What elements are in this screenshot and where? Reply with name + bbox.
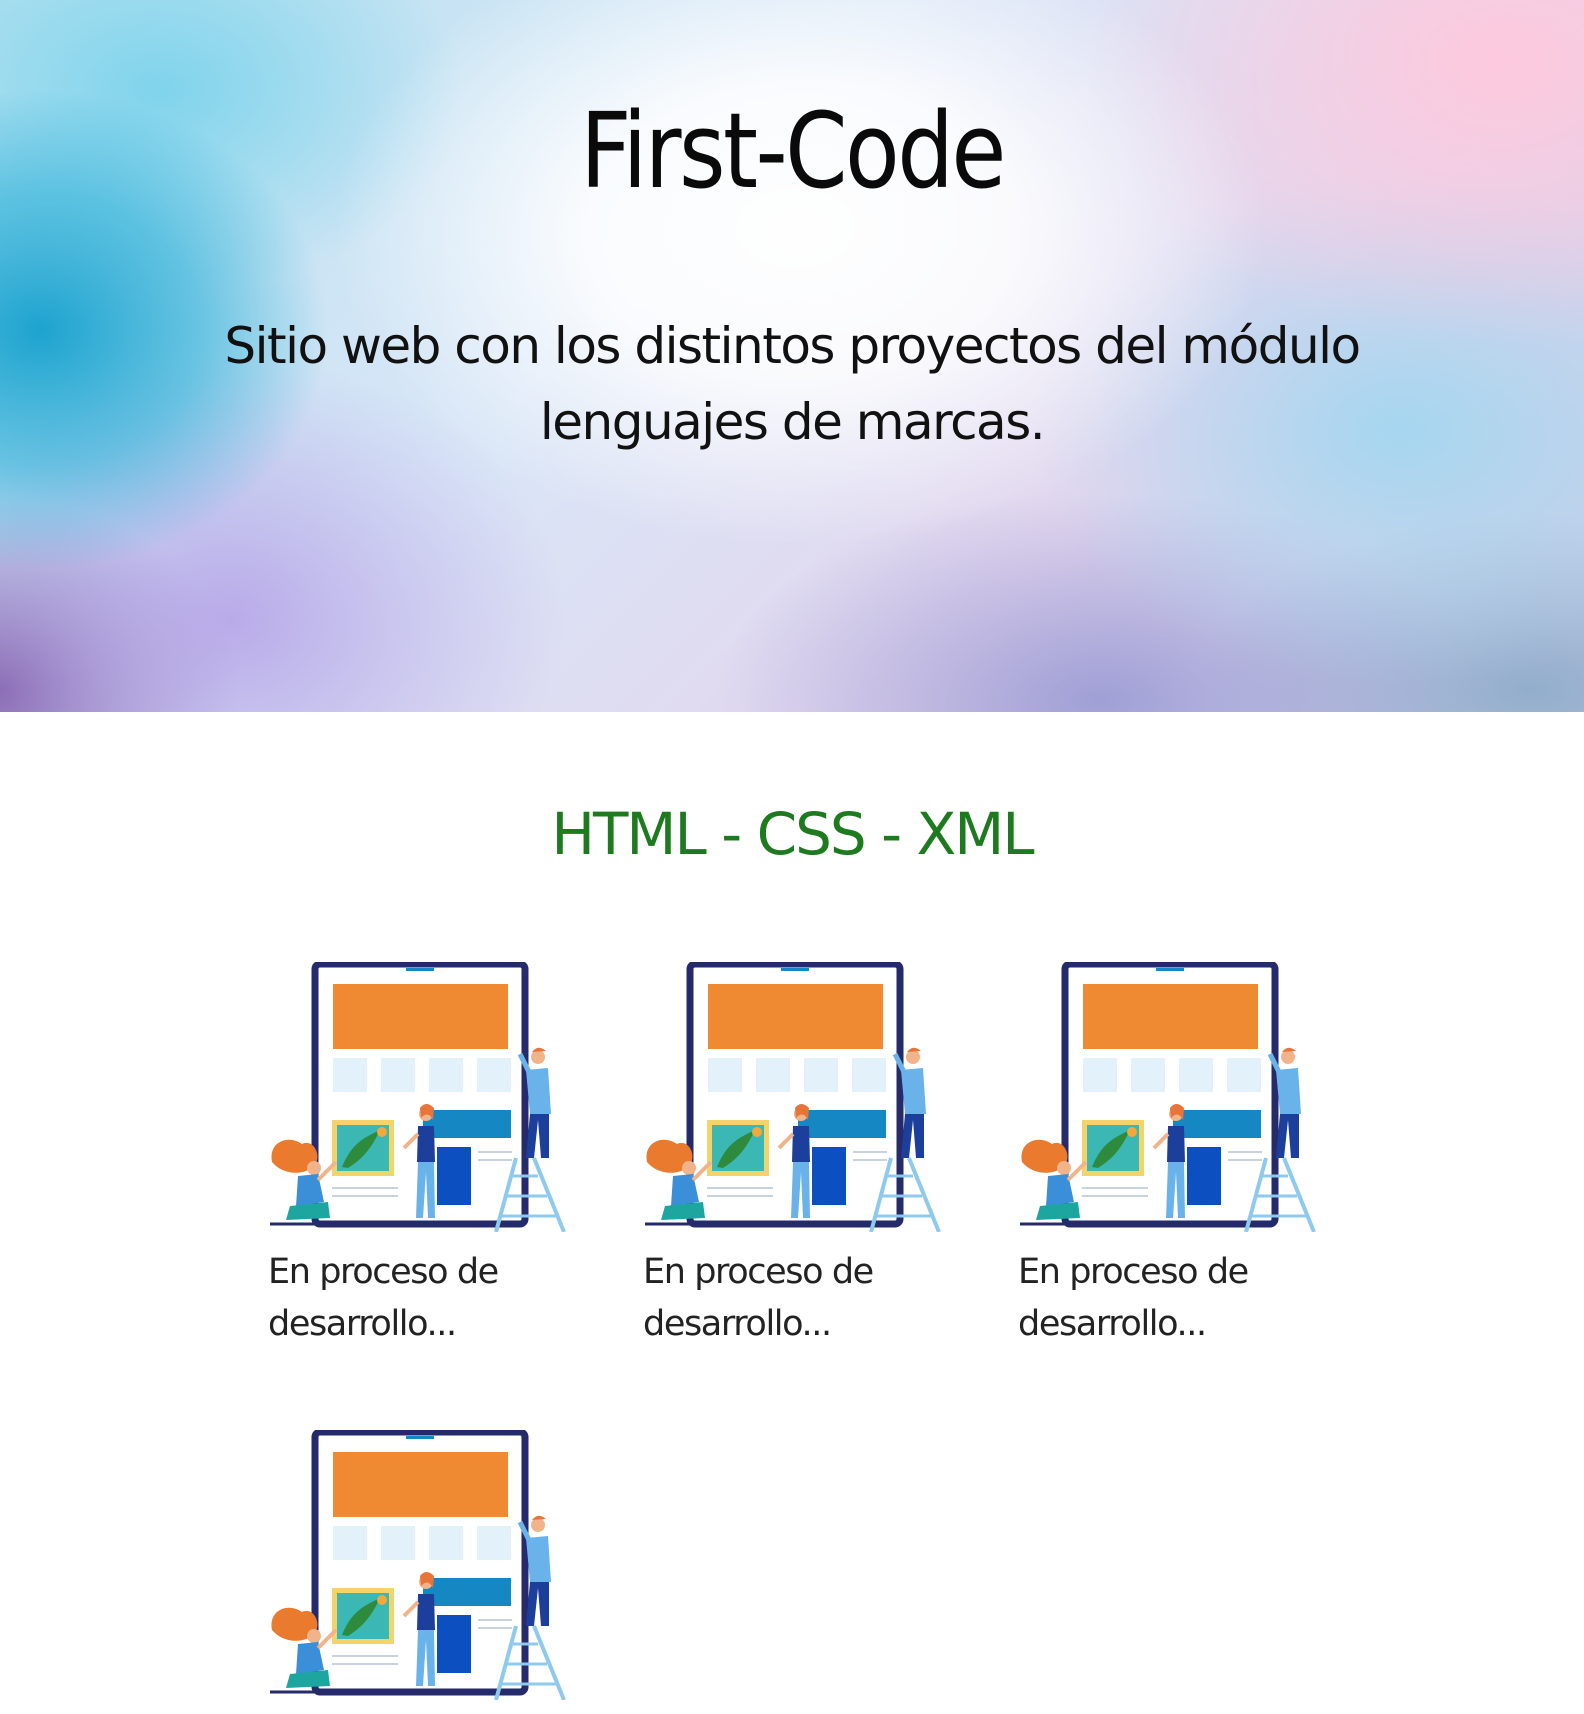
project-card[interactable] (268, 1430, 568, 1714)
card-caption: En proceso de desarrollo... (268, 1252, 499, 1344)
project-card[interactable]: En proceso de desarrollo... (268, 962, 568, 1350)
card-caption: En proceso de desarrollo... (1018, 1252, 1249, 1344)
site-title: First-Code (580, 90, 1006, 212)
card-caption: En proceso de desarrollo... (643, 1252, 874, 1344)
project-card[interactable]: En proceso de desarrollo... (1018, 962, 1318, 1350)
hero-banner: First-Code Sitio web con los distintos p… (0, 0, 1584, 712)
section-title: HTML - CSS - XML (551, 800, 1034, 868)
website-building-illustration (268, 962, 568, 1232)
website-building-illustration (643, 962, 943, 1232)
website-building-illustration (1018, 962, 1318, 1232)
site-subtitle: Sitio web con los distintos proyectos de… (224, 317, 1361, 451)
website-building-illustration (268, 1430, 568, 1700)
project-card[interactable]: En proceso de desarrollo... (643, 962, 943, 1350)
